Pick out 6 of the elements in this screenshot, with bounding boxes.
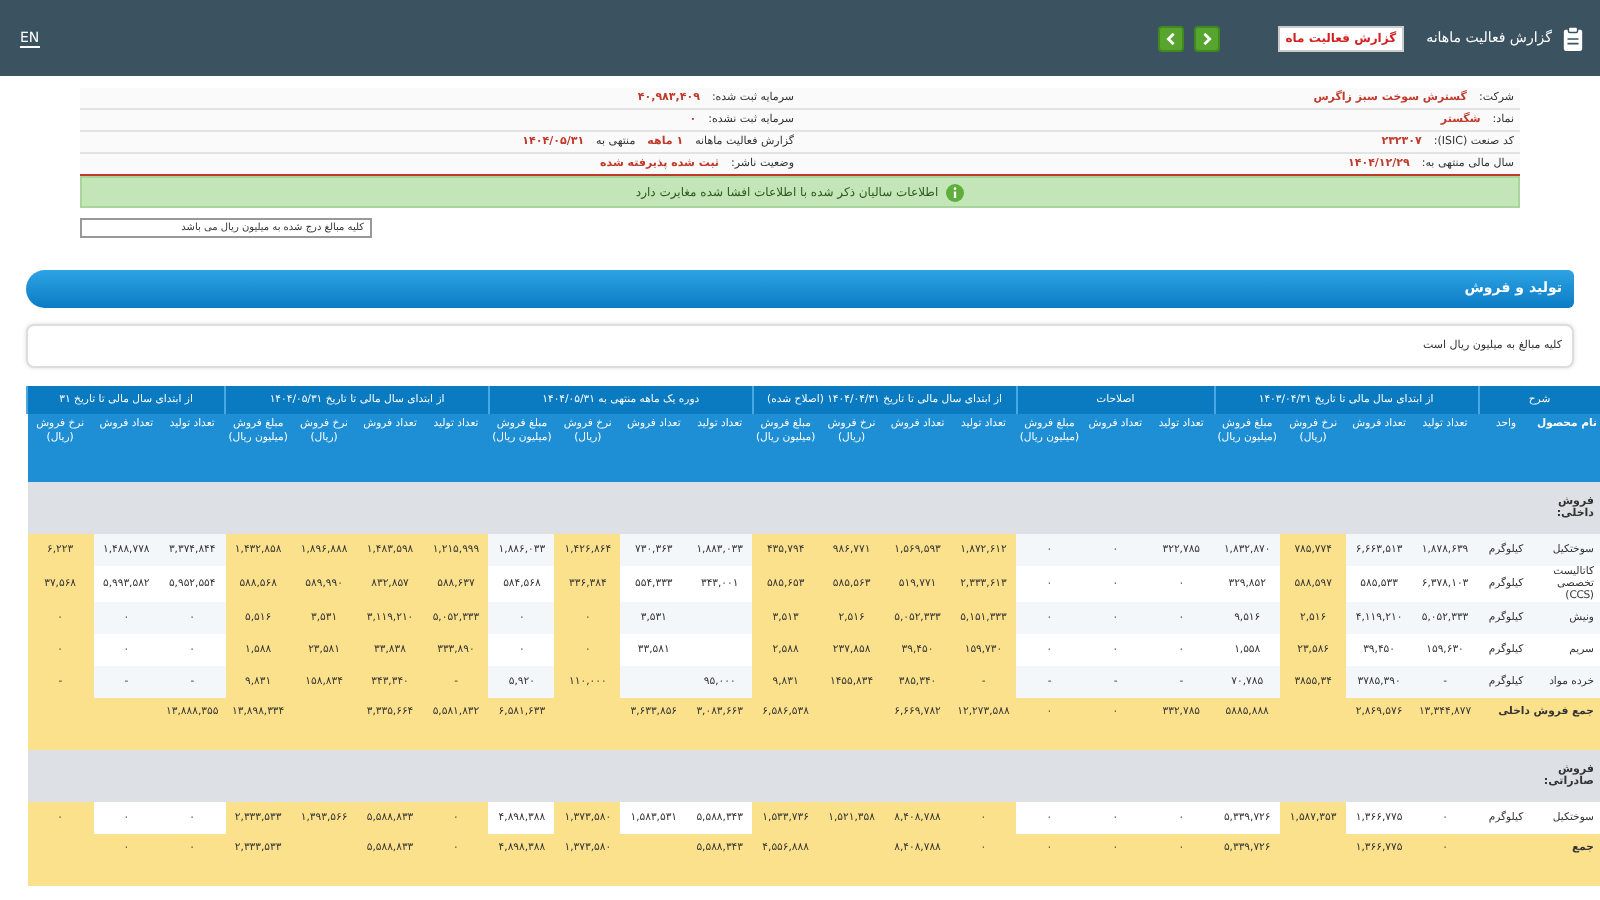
info-icon: [946, 183, 965, 201]
chevron-right-icon: [1199, 31, 1214, 45]
chevron-left-icon: [1163, 31, 1178, 45]
next-button[interactable]: [1193, 25, 1220, 51]
clipboard-icon: [1562, 25, 1584, 51]
previous-button[interactable]: [1157, 25, 1184, 51]
